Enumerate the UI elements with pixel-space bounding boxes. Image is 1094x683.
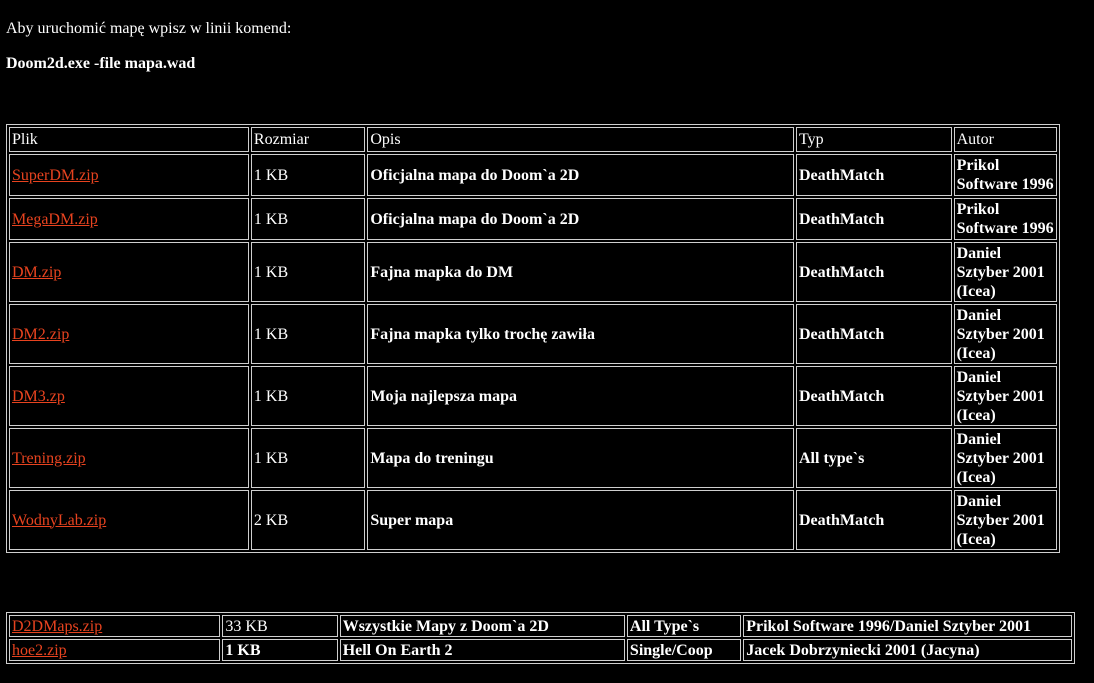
author-cell: Prikol Software 1996/Daniel Sztyber 2001 [743,615,1072,637]
maps-table: Plik Rozmiar Opis Typ Autor SuperDM.zip … [6,124,1060,553]
file-link[interactable]: SuperDM.zip [12,167,99,184]
header-author: Autor [953,127,1057,152]
table-row: DM3.zp 1 KB Moja najlepsza mapa DeathMat… [9,366,1057,426]
description-cell: Mapa do treningu [367,428,794,488]
map-packs-table: D2DMaps.zip 33 KB Wszystkie Mapy z Doom`… [6,612,1075,664]
size-cell: 1 KB [250,154,366,196]
type-cell: DeathMatch [796,366,952,426]
header-file: Plik [9,127,249,152]
description-cell: Fajna mapka do DM [367,242,794,302]
description-cell: Moja najlepsza mapa [367,366,794,426]
size-cell: 33 KB [222,615,338,637]
description-cell: Fajna mapka tylko trochę zawiła [367,304,794,364]
file-link[interactable]: Trening.zip [12,450,86,467]
table-header-row: Plik Rozmiar Opis Typ Autor [9,127,1057,152]
author-cell: Prikol Software 1996 [953,154,1057,196]
type-cell: DeathMatch [796,490,952,550]
type-cell: DeathMatch [796,154,952,196]
description-cell: Wszystkie Mapy z Doom`a 2D [339,615,625,637]
table-row: MegaDM.zip 1 KB Oficjalna mapa do Doom`a… [9,198,1057,240]
author-cell: Daniel Sztyber 2001 (Icea) [953,304,1057,364]
author-cell: Daniel Sztyber 2001 (Icea) [953,242,1057,302]
file-link[interactable]: DM2.zip [12,326,69,343]
type-cell: All type`s [796,428,952,488]
type-cell: All Type`s [626,615,742,637]
header-size: Rozmiar [250,127,366,152]
description-cell: Hell On Earth 2 [339,639,625,661]
author-cell: Daniel Sztyber 2001 (Icea) [953,428,1057,488]
author-cell: Jacek Dobrzyniecki 2001 (Jacyna) [743,639,1072,661]
size-cell: 2 KB [250,490,366,550]
file-link[interactable]: DM.zip [12,264,61,281]
table-row: DM2.zip 1 KB Fajna mapka tylko trochę za… [9,304,1057,364]
file-link[interactable]: D2DMaps.zip [12,618,102,635]
author-cell: Daniel Sztyber 2001 (Icea) [953,490,1057,550]
intro-text: Aby uruchomić mapę wpisz w linii komend: [6,20,292,37]
table-row: SuperDM.zip 1 KB Oficjalna mapa do Doom`… [9,154,1057,196]
table-row: D2DMaps.zip 33 KB Wszystkie Mapy z Doom`… [9,615,1072,637]
type-cell: Single/Coop [626,639,742,661]
table-row: WodnyLab.zip 2 KB Super mapa DeathMatch … [9,490,1057,550]
header-type: Typ [796,127,952,152]
table-row: hoe2.zip 1 KB Hell On Earth 2 Single/Coo… [9,639,1072,661]
size-cell: 1 KB [222,639,338,661]
description-cell: Oficjalna mapa do Doom`a 2D [367,154,794,196]
header-description: Opis [367,127,794,152]
size-cell: 1 KB [250,242,366,302]
file-link[interactable]: hoe2.zip [12,642,67,659]
size-cell: 1 KB [250,366,366,426]
command-line-text: Doom2d.exe -file mapa.wad [6,55,196,72]
size-cell: 1 KB [250,198,366,240]
size-cell: 1 KB [250,304,366,364]
size-cell: 1 KB [250,428,366,488]
file-link[interactable]: DM3.zp [12,388,65,405]
type-cell: DeathMatch [796,242,952,302]
table-row: DM.zip 1 KB Fajna mapka do DM DeathMatch… [9,242,1057,302]
file-link[interactable]: MegaDM.zip [12,211,98,228]
description-cell: Oficjalna mapa do Doom`a 2D [367,198,794,240]
description-cell: Super mapa [367,490,794,550]
author-cell: Prikol Software 1996 [953,198,1057,240]
author-cell: Daniel Sztyber 2001 (Icea) [953,366,1057,426]
file-link[interactable]: WodnyLab.zip [12,512,106,529]
type-cell: DeathMatch [796,198,952,240]
table-row: Trening.zip 1 KB Mapa do treningu All ty… [9,428,1057,488]
type-cell: DeathMatch [796,304,952,364]
